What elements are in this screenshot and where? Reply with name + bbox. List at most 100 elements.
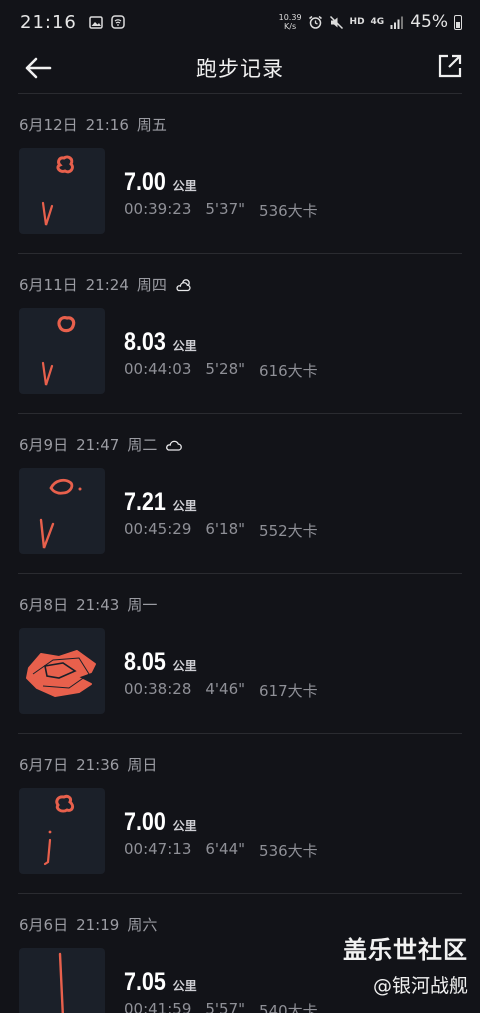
status-right-icons: 10.39 K/s HD 4G 45% <box>279 12 462 32</box>
record-distance: 8.05 公里 <box>124 648 197 677</box>
watermark-community: 盖乐世社区 <box>343 936 468 964</box>
pace: 4'46" <box>205 680 246 698</box>
record-stats: 00:39:23 5'37" 536大卡 <box>124 200 318 221</box>
run-record-item[interactable]: 6月8日 21:43 周一 8.05 公里 00:38:28 4'46" 617… <box>0 574 480 734</box>
record-time: 21:43 <box>76 595 120 614</box>
gallery-icon <box>89 15 103 29</box>
duration: 00:41:59 <box>124 1000 192 1013</box>
calories: 616大卡 <box>259 362 318 380</box>
pace: 5'37" <box>205 200 246 218</box>
record-stats: 00:44:03 5'28" 616大卡 <box>124 360 318 381</box>
route-map-thumbnail[interactable] <box>19 948 105 1013</box>
run-record-list: 6月12日 21:16 周五 7.00 公里 00:39:23 5'37" 53… <box>0 94 480 1013</box>
back-arrow-icon[interactable] <box>22 52 54 84</box>
record-distance: 7.00 公里 <box>124 808 197 837</box>
record-weekday: 周六 <box>127 916 158 934</box>
network-speed-value: 10.39 <box>278 13 302 22</box>
record-date: 6月12日 <box>19 116 78 134</box>
partly-cloudy-icon <box>176 278 191 291</box>
record-date: 6月6日 <box>19 916 69 934</box>
battery-percent: 45% <box>410 12 448 32</box>
record-date: 6月7日 <box>19 756 69 774</box>
run-record-item[interactable]: 6月12日 21:16 周五 7.00 公里 00:39:23 5'37" 53… <box>0 94 480 254</box>
calories: 536大卡 <box>259 202 318 220</box>
network-speed: 10.39 K/s <box>279 13 302 31</box>
calories: 552大卡 <box>259 522 318 540</box>
pace: 5'28" <box>205 360 246 378</box>
route-map-thumbnail[interactable] <box>19 148 105 234</box>
duration: 00:44:03 <box>124 360 192 378</box>
distance-value: 7.00 <box>124 808 166 836</box>
record-stats: 00:45:29 6'18" 552大卡 <box>124 520 318 541</box>
distance-unit: 公里 <box>172 979 197 993</box>
distance-unit: 公里 <box>172 339 197 353</box>
pace: 5'57" <box>205 1000 246 1013</box>
distance-unit: 公里 <box>172 659 197 673</box>
watermark: 盖乐世社区 @银河战舰 <box>343 930 468 998</box>
run-record-item[interactable]: 6月9日 21:47 周二 7.21 公里 00:45:29 6'18" 552… <box>0 414 480 574</box>
calories: 540大卡 <box>259 1002 318 1013</box>
record-time: 21:16 <box>85 115 129 134</box>
distance-value: 7.00 <box>124 168 166 196</box>
record-date: 6月11日 <box>19 276 78 294</box>
status-bar: 21:16 10.39 K/s HD 4G 45% <box>0 0 480 44</box>
record-date: 6月9日 <box>19 436 69 454</box>
duration: 00:39:23 <box>124 200 192 218</box>
record-datetime: 6月12日 21:16 周五 <box>19 114 167 135</box>
route-trace <box>39 478 82 549</box>
status-notification-icons <box>89 15 125 29</box>
route-map-thumbnail[interactable] <box>19 628 105 714</box>
route-trace <box>26 650 96 697</box>
run-record-item[interactable]: 6月7日 21:36 周日 7.00 公里 00:47:13 6'44" 536… <box>0 734 480 894</box>
record-weekday: 周四 <box>136 276 167 294</box>
record-datetime: 6月9日 21:47 周二 <box>19 434 183 455</box>
distance-value: 7.05 <box>124 968 166 996</box>
battery-icon <box>454 14 462 30</box>
record-distance: 7.00 公里 <box>124 168 197 197</box>
app-notification-icon <box>111 15 125 29</box>
header-bar: 跑步记录 <box>0 44 480 92</box>
mobile-data-indicator: 4G <box>370 17 385 27</box>
pace: 6'18" <box>205 520 246 538</box>
record-weekday: 周二 <box>127 436 158 454</box>
record-time: 21:24 <box>85 275 129 294</box>
route-trace <box>58 952 64 1013</box>
route-trace <box>41 316 76 386</box>
route-trace <box>41 155 74 226</box>
route-map-thumbnail[interactable] <box>19 788 105 874</box>
record-datetime: 6月11日 21:24 周四 <box>19 274 193 295</box>
duration: 00:38:28 <box>124 680 192 698</box>
route-map-thumbnail[interactable] <box>19 308 105 394</box>
run-record-item[interactable]: 6月11日 21:24 周四 8.03 公里 00:44:03 5'28" 61… <box>0 254 480 414</box>
record-stats: 00:38:28 4'46" 617大卡 <box>124 680 318 701</box>
pace: 6'44" <box>205 840 246 858</box>
distance-value: 8.03 <box>124 328 166 356</box>
record-weekday: 周五 <box>136 116 167 134</box>
record-datetime: 6月8日 21:43 周一 <box>19 594 157 615</box>
route-map-thumbnail[interactable] <box>19 468 105 554</box>
record-time: 21:36 <box>76 755 120 774</box>
distance-unit: 公里 <box>172 819 197 833</box>
page-title: 跑步记录 <box>196 57 284 81</box>
record-stats: 00:41:59 5'57" 540大卡 <box>124 1000 318 1013</box>
network-speed-unit: K/s <box>284 22 297 31</box>
record-distance: 7.05 公里 <box>124 968 197 997</box>
cloud-icon <box>166 440 183 451</box>
distance-value: 7.21 <box>124 488 166 516</box>
alarm-icon <box>308 15 322 29</box>
record-datetime: 6月6日 21:19 周六 <box>19 914 157 935</box>
calories: 536大卡 <box>259 842 318 860</box>
share-export-icon[interactable] <box>436 52 464 80</box>
duration: 00:45:29 <box>124 520 192 538</box>
calories: 617大卡 <box>259 682 318 700</box>
distance-value: 8.05 <box>124 648 166 676</box>
route-trace <box>43 794 75 866</box>
watermark-author: @银河战舰 <box>372 975 468 997</box>
record-weekday: 周日 <box>127 756 158 774</box>
signal-strength-icon <box>390 16 404 29</box>
duration: 00:47:13 <box>124 840 192 858</box>
hd-voice-indicator: HD <box>349 17 365 27</box>
distance-unit: 公里 <box>172 179 197 193</box>
record-datetime: 6月7日 21:36 周日 <box>19 754 157 775</box>
record-distance: 8.03 公里 <box>124 328 197 357</box>
